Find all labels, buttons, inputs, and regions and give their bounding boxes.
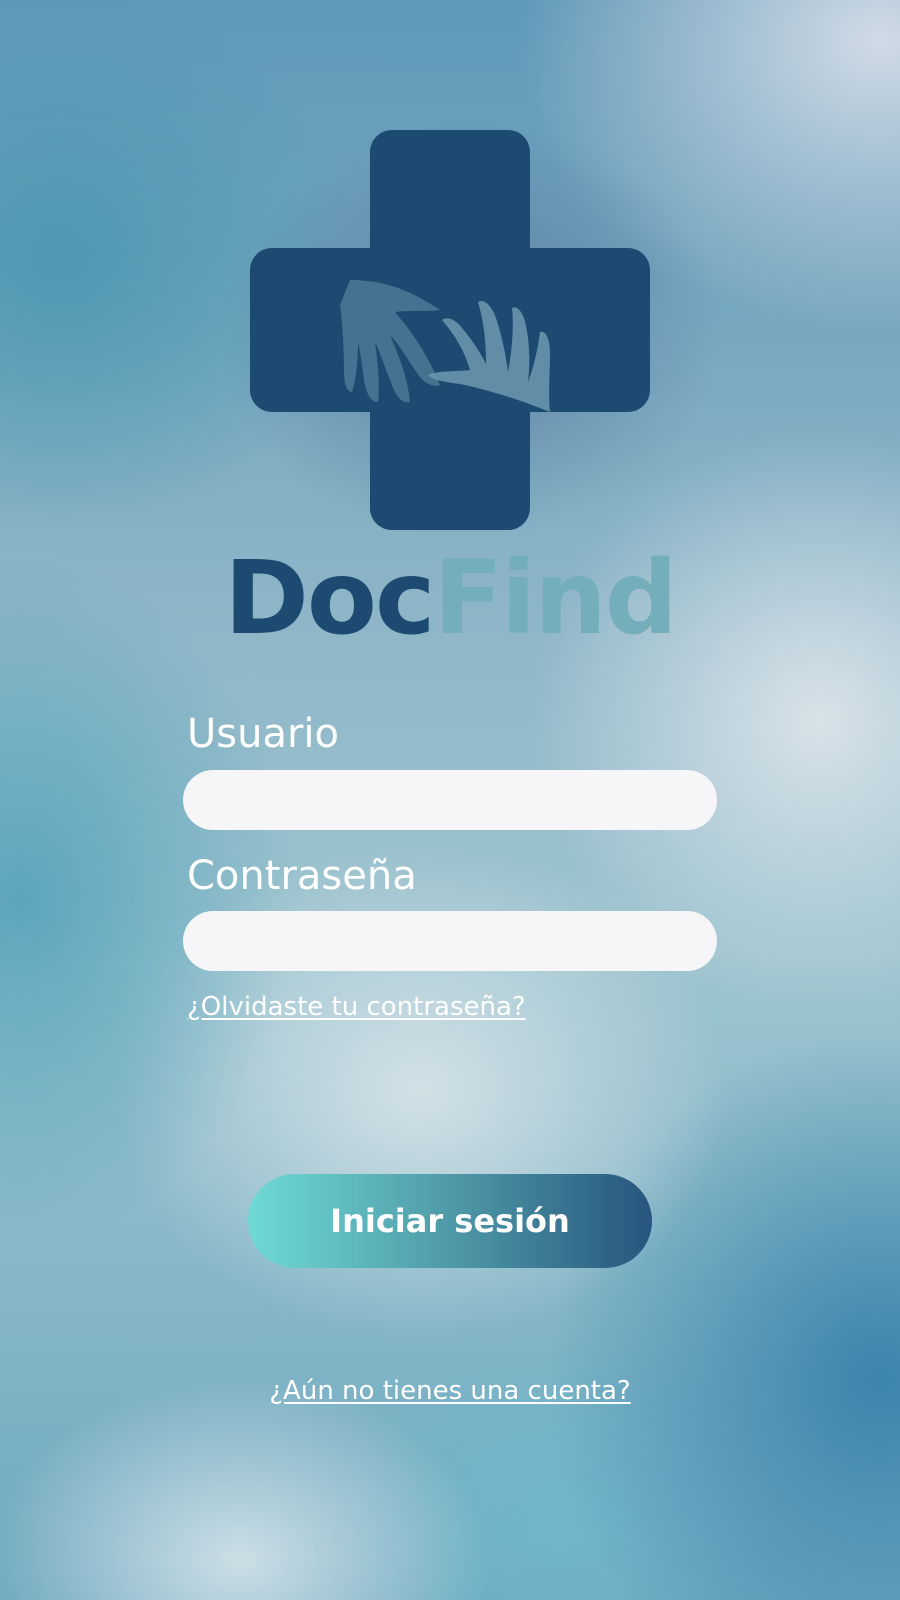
forgot-password-link[interactable]: ¿Olvidaste tu contraseña? [187,992,526,1022]
password-label: Contraseña [187,853,417,899]
medical-cross-hands-icon [250,130,650,530]
register-link[interactable]: ¿Aún no tienes una cuenta? [0,1376,900,1406]
username-input[interactable] [183,770,717,830]
app-logo-wordmark: DocFind [0,548,900,650]
brand-name-doc: Doc [224,539,435,658]
login-button[interactable]: Iniciar sesión [248,1174,652,1268]
brand-name-find: Find [433,539,677,658]
username-label: Usuario [187,711,340,757]
password-input[interactable] [183,911,717,971]
